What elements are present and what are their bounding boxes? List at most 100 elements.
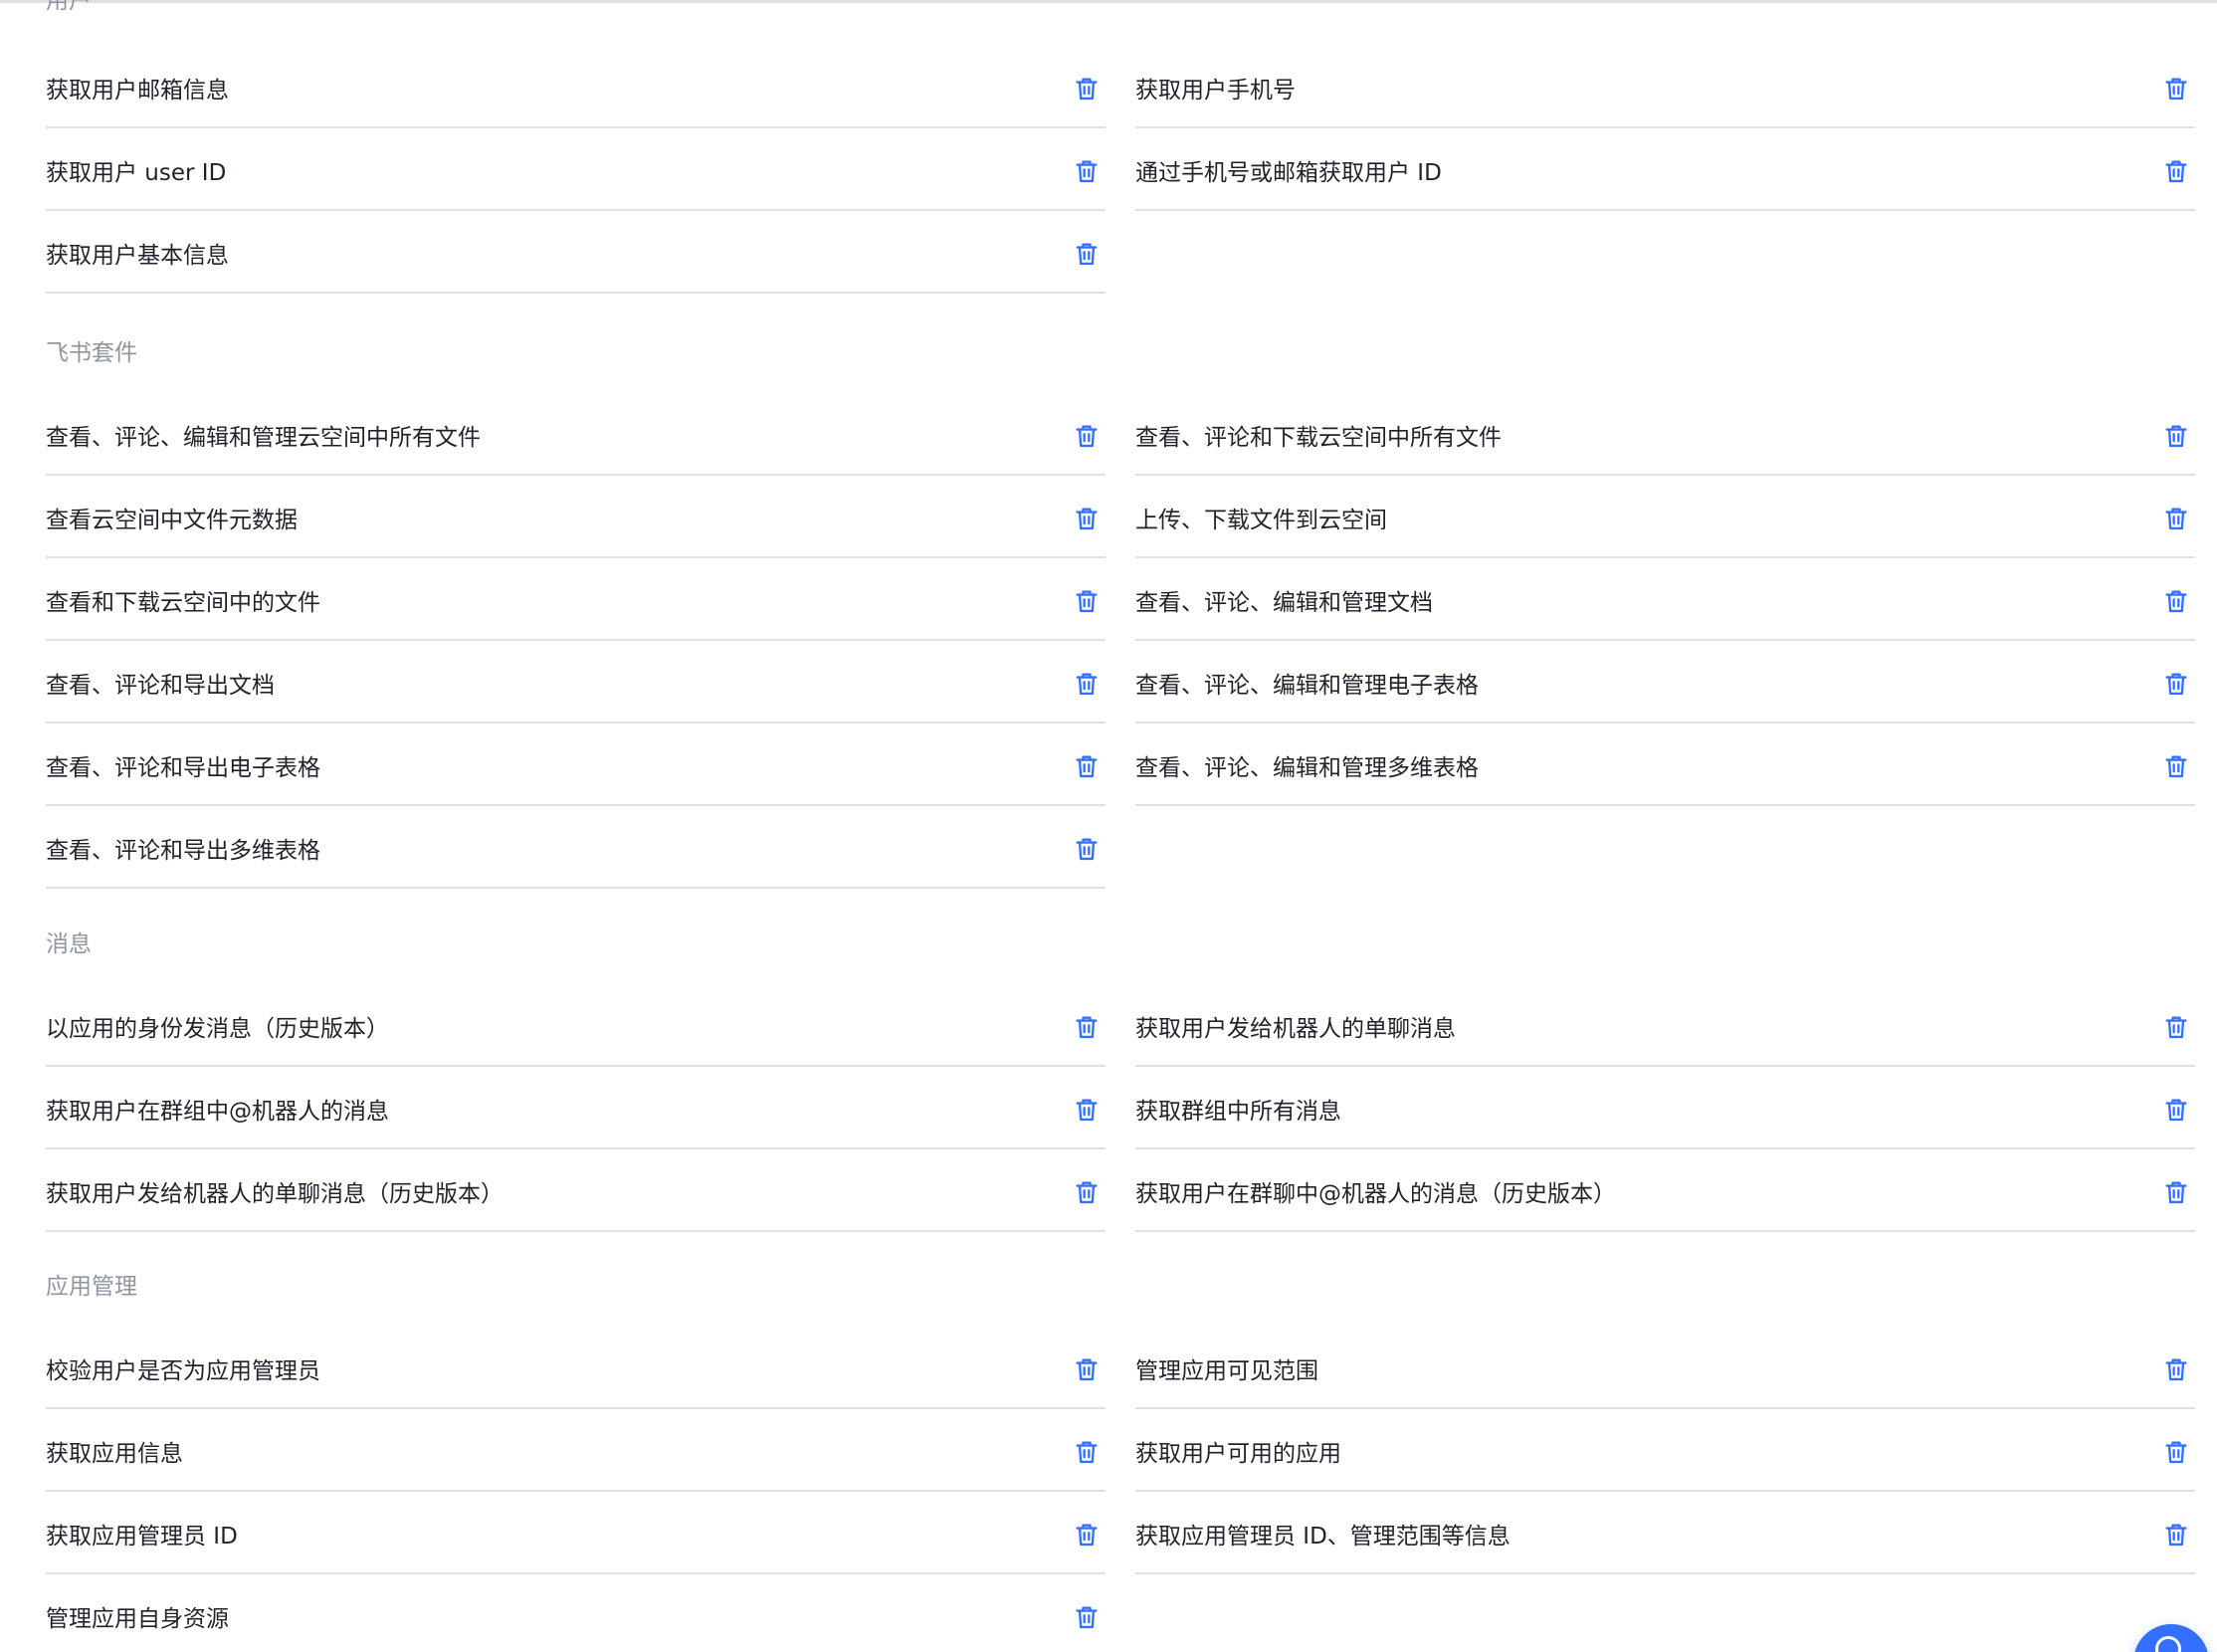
permission-item: 获取用户可用的应用 (1135, 1409, 2195, 1492)
permission-label: 获取用户手机号 (1135, 78, 1296, 103)
permission-item: 上传、下载文件到云空间 (1135, 476, 2195, 558)
trash-icon (2165, 590, 2187, 613)
delete-button[interactable] (2162, 157, 2190, 185)
permission-label: 获取用户发给机器人的单聊消息（历史版本） (46, 1181, 504, 1207)
permission-label: 查看、评论、编辑和管理文档 (1135, 590, 1433, 616)
trash-icon (2165, 1441, 2187, 1464)
permission-label: 管理应用可见范围 (1135, 1358, 1318, 1384)
trash-icon (1076, 755, 1098, 778)
delete-button[interactable] (1073, 835, 1101, 863)
permission-label: 上传、下载文件到云空间 (1135, 508, 1387, 533)
permission-item: 获取应用管理员 ID、管理范围等信息 (1135, 1492, 2195, 1574)
trash-icon (1076, 78, 1098, 101)
delete-button[interactable] (1073, 240, 1101, 268)
permission-item: 获取应用管理员 ID (46, 1492, 1106, 1574)
permission-label: 通过手机号或邮箱获取用户 ID (1135, 160, 1442, 186)
permission-label: 查看、评论、编辑和管理多维表格 (1135, 755, 1479, 781)
delete-button[interactable] (1073, 75, 1101, 103)
trash-icon (1076, 673, 1098, 696)
permission-label: 以应用的身份发消息（历史版本） (46, 1016, 389, 1042)
section-message-grid: 以应用的身份发消息（历史版本） 获取用户发给机器人的单聊消息 获取用户在群组中@… (46, 984, 2195, 1232)
section-title-suite: 飞书套件 (46, 340, 137, 366)
permission-label: 获取用户在群组中@机器人的消息 (46, 1099, 389, 1125)
trash-icon (2165, 1358, 2187, 1381)
delete-button[interactable] (2162, 1096, 2190, 1124)
delete-button[interactable] (1073, 587, 1101, 615)
permission-item: 通过手机号或邮箱获取用户 ID (1135, 128, 2195, 211)
section-app-manage-grid: 校验用户是否为应用管理员 管理应用可见范围 获取应用信息 获取用户可用的应用 获… (46, 1327, 2195, 1652)
trash-icon (2165, 755, 2187, 778)
delete-button[interactable] (1073, 1178, 1101, 1206)
permission-list-page: 用户 获取用户邮箱信息 获取用户手机号 获取用户 user ID 通过手机号或邮… (0, 0, 2217, 1652)
permission-item: 查看云空间中文件元数据 (46, 476, 1106, 558)
permission-label: 获取用户邮箱信息 (46, 78, 229, 103)
delete-button[interactable] (1073, 1096, 1101, 1124)
permission-label: 查看云空间中文件元数据 (46, 508, 298, 533)
permission-label: 查看、评论和导出多维表格 (46, 838, 320, 864)
delete-button[interactable] (2162, 1013, 2190, 1041)
permission-item: 查看、评论和导出多维表格 (46, 806, 1106, 889)
delete-button[interactable] (1073, 157, 1101, 185)
delete-button[interactable] (2162, 422, 2190, 450)
permission-item: 校验用户是否为应用管理员 (46, 1327, 1106, 1409)
permission-item: 查看、评论、编辑和管理云空间中所有文件 (46, 393, 1106, 476)
delete-button[interactable] (2162, 1521, 2190, 1549)
trash-icon (2165, 160, 2187, 183)
delete-button[interactable] (1073, 1013, 1101, 1041)
permission-item: 查看和下载云空间中的文件 (46, 558, 1106, 641)
permission-label: 校验用户是否为应用管理员 (46, 1358, 320, 1384)
permission-label: 查看、评论和下载云空间中所有文件 (1135, 425, 1502, 451)
trash-icon (2165, 1016, 2187, 1039)
section-title-user: 用户 (46, 0, 92, 14)
permission-label: 获取用户在群聊中@机器人的消息（历史版本） (1135, 1181, 1616, 1207)
permission-item: 查看、评论和导出文档 (46, 641, 1106, 723)
permission-item: 获取应用信息 (46, 1409, 1106, 1492)
delete-button[interactable] (2162, 587, 2190, 615)
permission-item: 查看、评论和下载云空间中所有文件 (1135, 393, 2195, 476)
delete-button[interactable] (2162, 75, 2190, 103)
permission-item: 获取用户发给机器人的单聊消息 (1135, 984, 2195, 1067)
delete-button[interactable] (2162, 1355, 2190, 1383)
trash-icon (1076, 590, 1098, 613)
section-suite-grid: 查看、评论、编辑和管理云空间中所有文件 查看、评论和下载云空间中所有文件 查看云… (46, 393, 2195, 889)
trash-icon (1076, 243, 1098, 266)
trash-icon (1076, 1524, 1098, 1547)
permission-label: 查看、评论和导出电子表格 (46, 755, 320, 781)
permission-item: 以应用的身份发消息（历史版本） (46, 984, 1106, 1067)
permission-item: 获取用户发给机器人的单聊消息（历史版本） (46, 1149, 1106, 1232)
permission-item: 获取用户基本信息 (46, 211, 1106, 294)
delete-button[interactable] (1073, 422, 1101, 450)
trash-icon (1076, 1099, 1098, 1122)
permission-label: 查看、评论和导出文档 (46, 673, 275, 699)
trash-icon (2165, 1181, 2187, 1204)
delete-button[interactable] (1073, 1355, 1101, 1383)
delete-button[interactable] (1073, 1603, 1101, 1631)
delete-button[interactable] (2162, 1438, 2190, 1466)
trash-icon (2165, 1099, 2187, 1122)
delete-button[interactable] (1073, 1438, 1101, 1466)
delete-button[interactable] (2162, 752, 2190, 780)
delete-button[interactable] (2162, 1178, 2190, 1206)
permission-item: 管理应用自身资源 (46, 1574, 1106, 1652)
trash-icon (1076, 1606, 1098, 1629)
delete-button[interactable] (1073, 1521, 1101, 1549)
trash-icon (1076, 1441, 1098, 1464)
delete-button[interactable] (2162, 505, 2190, 532)
trash-icon (1076, 425, 1098, 448)
delete-button[interactable] (1073, 752, 1101, 780)
trash-icon (2165, 673, 2187, 696)
trash-icon (1076, 508, 1098, 530)
permission-item: 获取用户在群聊中@机器人的消息（历史版本） (1135, 1149, 2195, 1232)
permission-label: 管理应用自身资源 (46, 1606, 229, 1632)
delete-button[interactable] (1073, 670, 1101, 698)
delete-button[interactable] (1073, 505, 1101, 532)
permission-label: 查看、评论、编辑和管理云空间中所有文件 (46, 425, 481, 451)
permission-label: 获取用户 user ID (46, 160, 227, 186)
trash-icon (1076, 1358, 1098, 1381)
delete-button[interactable] (2162, 670, 2190, 698)
trash-icon (1076, 1016, 1098, 1039)
permission-label: 查看和下载云空间中的文件 (46, 590, 320, 616)
permission-item: 管理应用可见范围 (1135, 1327, 2195, 1409)
permission-item: 获取用户手机号 (1135, 46, 2195, 128)
permission-label: 查看、评论、编辑和管理电子表格 (1135, 673, 1479, 699)
